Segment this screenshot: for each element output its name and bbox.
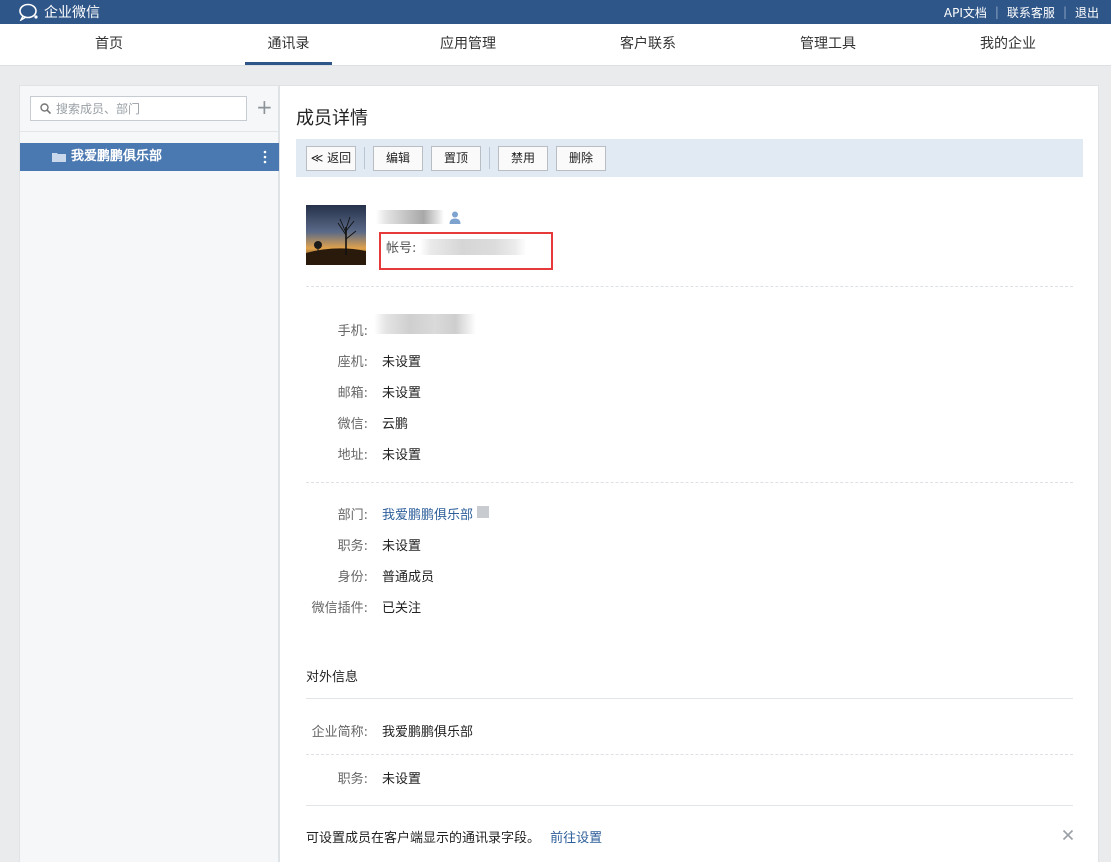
edit-button[interactable]: 编辑 — [373, 146, 423, 171]
app-logo[interactable]: 企业微信 — [18, 0, 100, 24]
phone-value-redacted — [374, 314, 476, 334]
member-detail-panel: 成员详情 ≪ 返回 编辑 置顶 禁用 删除 帐号: 手机: 座机: 未设置 邮箱… — [279, 85, 1099, 862]
identity-value: 普通成员 — [382, 570, 435, 585]
external-position-value: 未设置 — [382, 772, 422, 787]
divider — [20, 131, 278, 132]
account-label: 帐号: — [386, 241, 417, 256]
email-label: 邮箱: — [337, 386, 368, 401]
search-input[interactable] — [56, 97, 244, 120]
corp-short-name-value: 我爱鹏鹏俱乐部 — [382, 725, 474, 740]
logout-link[interactable]: 退出 — [1075, 4, 1099, 21]
nav-my-company[interactable]: 我的企业 — [960, 24, 1056, 65]
app-name: 企业微信 — [44, 5, 100, 21]
settings-hint-text: 可设置成员在客户端显示的通讯录字段。 — [306, 831, 541, 846]
search-box[interactable] — [30, 96, 247, 121]
toolbar-separator — [489, 147, 490, 169]
department-link[interactable]: 我爱鹏鹏俱乐部 — [382, 504, 473, 523]
divider — [306, 698, 1073, 699]
pin-button[interactable]: 置顶 — [431, 146, 481, 171]
wechat-plugin-label: 微信插件: — [311, 601, 368, 616]
nav-apps[interactable]: 应用管理 — [420, 24, 516, 65]
search-icon — [40, 103, 51, 114]
address-label: 地址: — [337, 448, 368, 463]
link-separator: | — [994, 5, 999, 19]
nav-contacts[interactable]: 通讯录 — [245, 24, 332, 65]
corp-short-name-label: 企业简称: — [311, 725, 368, 740]
top-bar: 企业微信 API文档 | 联系客服 | 退出 — [0, 0, 1111, 24]
member-user-icon — [449, 211, 461, 224]
wechat-plugin-value: 已关注 — [382, 601, 422, 616]
divider — [306, 482, 1073, 483]
account-value-redacted — [420, 239, 526, 255]
toolbar-separator — [364, 147, 365, 169]
position-value: 未设置 — [382, 539, 422, 554]
sidebar-item-department[interactable]: 我爱鹏鹏俱乐部 — [20, 143, 280, 171]
add-icon[interactable]: + — [256, 96, 273, 120]
disable-button[interactable]: 禁用 — [498, 146, 548, 171]
email-value: 未设置 — [382, 386, 422, 401]
main-nav: 首页 通讯录 应用管理 客户联系 管理工具 我的企业 — [0, 24, 1111, 66]
divider — [306, 286, 1073, 287]
position-label: 职务: — [337, 539, 368, 554]
external-position-label: 职务: — [337, 772, 368, 787]
toolbar: ≪ 返回 编辑 置顶 禁用 删除 — [296, 139, 1083, 177]
sidebar: + 我爱鹏鹏俱乐部 — [19, 85, 280, 862]
delete-button[interactable]: 删除 — [556, 146, 606, 171]
more-options-icon[interactable] — [263, 150, 267, 164]
external-info-title: 对外信息 — [306, 670, 359, 685]
landline-label: 座机: — [337, 355, 368, 370]
go-to-settings-link[interactable]: 前往设置 — [550, 831, 602, 846]
close-icon[interactable] — [1062, 829, 1074, 841]
department-field-label: 部门: — [337, 508, 368, 523]
wecom-logo-icon — [19, 3, 38, 21]
member-name-redacted — [376, 210, 444, 224]
customer-service-link[interactable]: 联系客服 — [1007, 4, 1055, 21]
address-value: 未设置 — [382, 448, 422, 463]
divider — [306, 805, 1073, 806]
page-scrollbar[interactable] — [1099, 85, 1111, 862]
page-title: 成员详情 — [296, 108, 368, 129]
link-separator: | — [1062, 5, 1067, 19]
wechat-value: 云鹏 — [382, 417, 409, 432]
api-docs-link[interactable]: API文档 — [944, 4, 987, 21]
department-label: 我爱鹏鹏俱乐部 — [71, 149, 163, 164]
avatar — [306, 205, 366, 265]
folder-icon — [52, 153, 66, 162]
settings-hint: 可设置成员在客户端显示的通讯录字段。 前往设置 — [306, 827, 602, 846]
top-links: API文档 | 联系客服 | 退出 — [944, 0, 1099, 24]
wechat-label: 微信: — [337, 417, 368, 432]
landline-value: 未设置 — [382, 355, 422, 370]
nav-customers[interactable]: 客户联系 — [600, 24, 696, 65]
phone-label: 手机: — [337, 324, 368, 339]
back-button[interactable]: ≪ 返回 — [306, 146, 356, 171]
identity-label: 身份: — [337, 570, 368, 585]
nav-tools[interactable]: 管理工具 — [780, 24, 876, 65]
leader-badge-icon — [477, 506, 489, 518]
nav-home[interactable]: 首页 — [66, 24, 152, 65]
divider — [306, 754, 1073, 755]
